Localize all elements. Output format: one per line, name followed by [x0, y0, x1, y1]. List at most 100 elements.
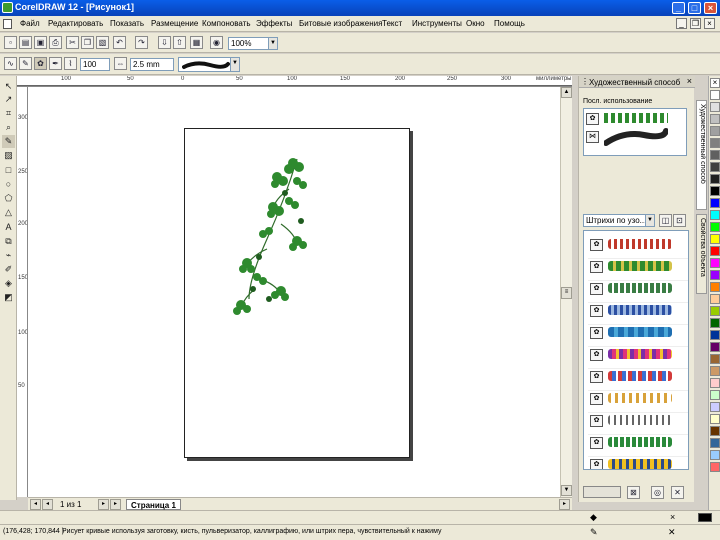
lock-icon[interactable]: ⊠: [627, 486, 640, 499]
vertical-ruler[interactable]: 300 250 200 150 100 50: [17, 87, 28, 497]
browse-icon[interactable]: ◫: [659, 214, 672, 227]
last-page-button[interactable]: ▸: [110, 499, 121, 510]
recent-brush-preview[interactable]: [604, 127, 668, 147]
color-swatch[interactable]: [710, 90, 720, 100]
shape-tool-icon[interactable]: ↗: [2, 93, 15, 106]
color-swatch[interactable]: [710, 210, 720, 220]
color-swatch[interactable]: [710, 102, 720, 112]
app-launcher-icon[interactable]: ▦: [190, 36, 203, 49]
recent-brush-list[interactable]: ✿ ⋈: [583, 108, 687, 156]
menu-tools[interactable]: Инструменты: [412, 19, 462, 28]
fill-tool-icon[interactable]: ◈: [2, 277, 15, 290]
menu-text[interactable]: Текст: [382, 19, 402, 28]
page-tab[interactable]: Страница 1: [126, 499, 181, 510]
color-swatch[interactable]: [710, 318, 720, 328]
menu-window[interactable]: Окно: [466, 19, 485, 28]
redo-icon[interactable]: ↷: [135, 36, 148, 49]
docker-close-icon[interactable]: ×: [687, 76, 692, 86]
color-swatch[interactable]: [710, 150, 720, 160]
tab-artistic-media[interactable]: Художественный способ: [696, 100, 707, 210]
next-page-button[interactable]: ▸: [98, 499, 109, 510]
color-swatch[interactable]: [710, 402, 720, 412]
zoom-tool-icon[interactable]: ⌕: [2, 121, 15, 134]
prev-page-button[interactable]: ◂: [42, 499, 53, 510]
color-swatch[interactable]: [710, 378, 720, 388]
no-color-swatch[interactable]: ×: [710, 78, 720, 88]
color-swatch[interactable]: [710, 114, 720, 124]
stroke-width-field[interactable]: 2.5 mm: [130, 58, 174, 71]
scroll-thumb[interactable]: ≡: [561, 287, 572, 299]
doc-close-button[interactable]: ×: [704, 18, 715, 29]
close-button[interactable]: ×: [704, 2, 717, 14]
document-icon[interactable]: [3, 19, 12, 29]
doc-restore-button[interactable]: ❐: [690, 18, 701, 29]
menu-effects[interactable]: Эффекты: [256, 19, 292, 28]
maximize-button[interactable]: □: [688, 2, 701, 14]
scroll-right-button[interactable]: ▸: [559, 499, 570, 510]
smoothing-field[interactable]: 100: [80, 58, 110, 71]
color-swatch[interactable]: [710, 138, 720, 148]
polygon-tool-icon[interactable]: ⬠: [2, 192, 15, 205]
new-icon[interactable]: ▫: [4, 36, 17, 49]
cut-icon[interactable]: ✂: [66, 36, 79, 49]
save-icon[interactable]: ▣: [34, 36, 47, 49]
pick-tool-icon[interactable]: ↖: [2, 80, 15, 93]
menu-edit[interactable]: Редактировать: [48, 19, 103, 28]
brush-preset-dropdown[interactable]: ▼: [178, 57, 240, 72]
category-dropdown[interactable]: Штрихи по узо... ▼: [583, 214, 655, 227]
copy-icon[interactable]: ❐: [81, 36, 94, 49]
color-swatch[interactable]: [710, 354, 720, 364]
artistic-media-tool-icon[interactable]: ✎: [2, 135, 15, 148]
first-page-button[interactable]: ◂: [30, 499, 41, 510]
color-swatch[interactable]: [710, 162, 720, 172]
scroll-down-button[interactable]: ▼: [561, 485, 572, 496]
spray-list[interactable]: ✿ ✿ ✿ ✿ ✿ ✿ ✿ ✿ ✿ ✿ ✿: [583, 230, 689, 470]
open-icon[interactable]: ▤: [19, 36, 32, 49]
vertical-scrollbar[interactable]: ▲ ≡ ▼: [560, 87, 572, 497]
menu-layout[interactable]: Размещение: [151, 19, 198, 28]
color-swatch[interactable]: [710, 234, 720, 244]
menu-file[interactable]: Файл: [20, 19, 40, 28]
crop-tool-icon[interactable]: ⌗: [2, 107, 15, 120]
color-swatch[interactable]: [710, 438, 720, 448]
menu-view[interactable]: Показать: [110, 19, 144, 28]
color-swatch[interactable]: [710, 462, 720, 472]
color-swatch[interactable]: [710, 390, 720, 400]
color-swatch[interactable]: [710, 282, 720, 292]
undo-icon[interactable]: ↶: [113, 36, 126, 49]
menu-help[interactable]: Помощь: [494, 19, 525, 28]
rectangle-tool-icon[interactable]: □: [2, 164, 15, 177]
paste-icon[interactable]: ▧: [96, 36, 109, 49]
color-swatch[interactable]: [710, 246, 720, 256]
recent-spray-preview[interactable]: [604, 113, 668, 123]
color-swatch[interactable]: [710, 186, 720, 196]
outline-tool-icon[interactable]: ✐: [2, 263, 15, 276]
color-swatch[interactable]: [710, 174, 720, 184]
color-swatch[interactable]: [710, 306, 720, 316]
brush-mode-icon[interactable]: ✎: [19, 57, 32, 70]
color-swatch[interactable]: [710, 198, 720, 208]
welcome-icon[interactable]: ◉: [210, 36, 223, 49]
preview-icon[interactable]: ◎: [651, 486, 664, 499]
basic-shapes-tool-icon[interactable]: △: [2, 206, 15, 219]
export-icon[interactable]: ⇧: [173, 36, 186, 49]
pressure-mode-icon[interactable]: ⌇: [64, 57, 77, 70]
color-swatch[interactable]: [710, 222, 720, 232]
delete-icon[interactable]: ✕: [671, 486, 684, 499]
color-swatch[interactable]: [710, 414, 720, 424]
color-swatch[interactable]: [710, 270, 720, 280]
drawing-canvas[interactable]: [28, 87, 572, 497]
minimize-button[interactable]: _: [672, 2, 685, 14]
calligraphic-mode-icon[interactable]: ✒: [49, 57, 62, 70]
smart-fill-tool-icon[interactable]: ▨: [2, 149, 15, 162]
color-swatch[interactable]: [710, 330, 720, 340]
interactive-fill-tool-icon[interactable]: ◩: [2, 291, 15, 304]
color-swatch[interactable]: [710, 294, 720, 304]
sprayer-mode-icon[interactable]: ✿: [34, 57, 47, 70]
color-swatch[interactable]: [710, 258, 720, 268]
zoom-dropdown[interactable]: 100% ▼: [228, 37, 278, 50]
color-swatch[interactable]: [710, 450, 720, 460]
menu-bitmaps[interactable]: Битовые изображения: [299, 19, 382, 28]
save-stroke-icon[interactable]: ⊡: [673, 214, 686, 227]
color-swatch[interactable]: [710, 126, 720, 136]
